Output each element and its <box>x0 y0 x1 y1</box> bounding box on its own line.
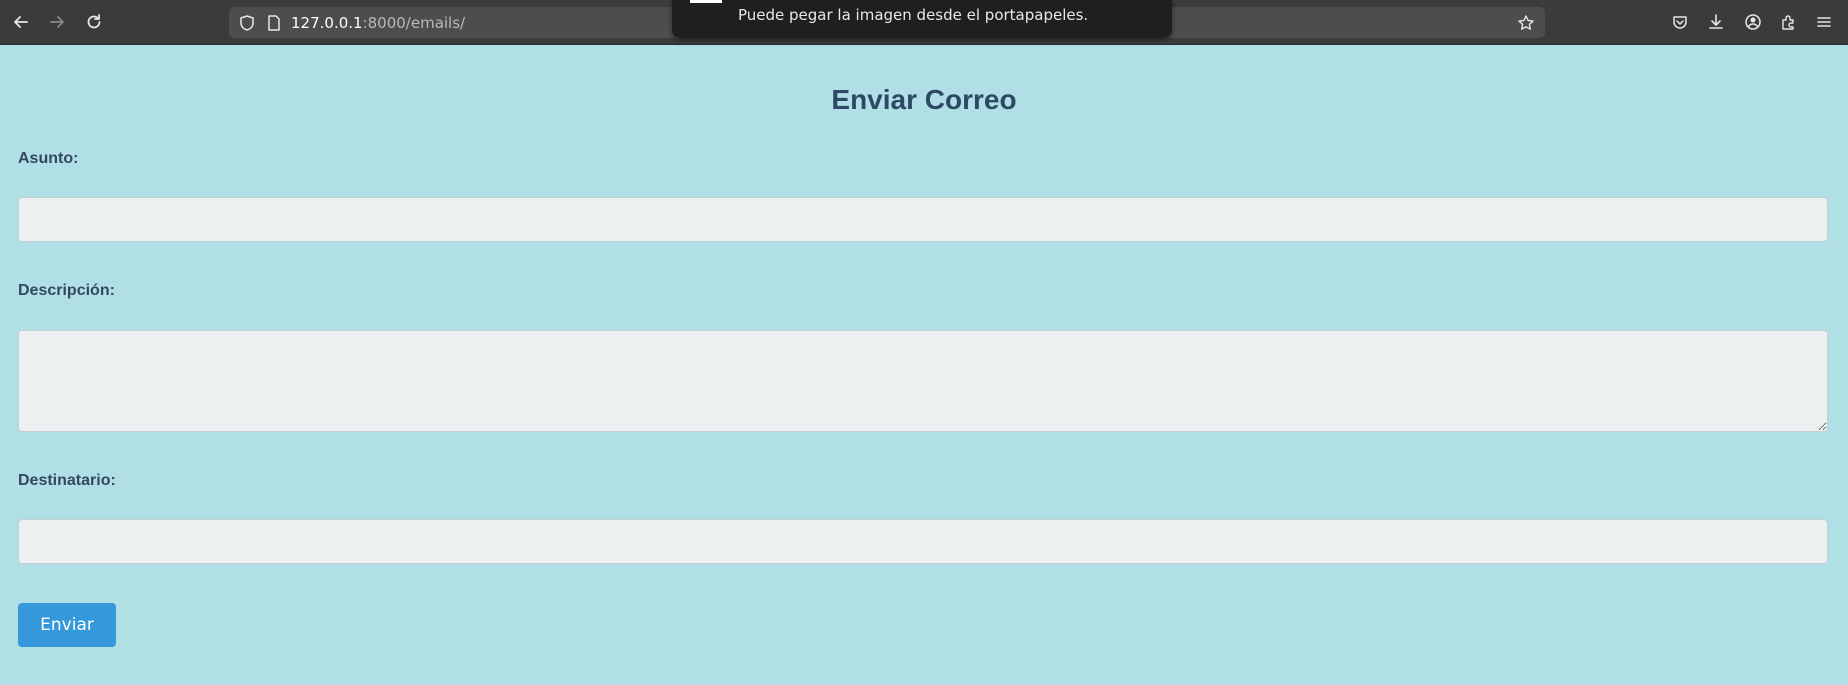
download-icon <box>1709 14 1723 29</box>
forward-button[interactable] <box>44 9 70 35</box>
downloads-button[interactable] <box>1703 9 1729 35</box>
notification-text: Puede pegar la imagen desde el portapape… <box>738 6 1089 24</box>
pocket-button[interactable] <box>1667 9 1693 35</box>
subject-label: Asunto: <box>18 150 79 167</box>
pocket-icon <box>1673 16 1687 29</box>
page-icon[interactable] <box>265 14 283 32</box>
browser-toolbar: 127.0.0.1:8000/emails/ Puede pegar la im… <box>0 0 1848 45</box>
extensions-button[interactable] <box>1775 9 1801 35</box>
account-button[interactable] <box>1740 9 1766 35</box>
reload-button[interactable] <box>81 9 107 35</box>
subject-input[interactable] <box>18 197 1828 242</box>
hamburger-menu-icon <box>1817 17 1831 27</box>
url-path: :8000/emails/ <box>362 14 466 32</box>
recipient-input[interactable] <box>18 519 1828 564</box>
recipient-label: Destinatario: <box>18 472 116 489</box>
forward-arrow-icon <box>50 16 64 28</box>
shield-icon[interactable] <box>238 14 256 32</box>
back-arrow-icon <box>14 16 28 28</box>
reload-icon <box>87 14 101 29</box>
menu-button[interactable] <box>1811 9 1837 35</box>
url-host: 127.0.0.1 <box>291 14 363 32</box>
account-icon <box>1745 14 1761 30</box>
send-button[interactable]: Enviar <box>18 603 116 647</box>
back-button[interactable] <box>8 9 34 35</box>
clipboard-notification: Puede pegar la imagen desde el portapape… <box>672 0 1172 38</box>
description-textarea[interactable] <box>18 330 1828 432</box>
star-icon[interactable] <box>1517 14 1535 32</box>
url-text[interactable]: 127.0.0.1:8000/emails/ <box>291 14 465 32</box>
extensions-icon <box>1782 15 1794 30</box>
page-title: Enviar Correo <box>831 84 1017 115</box>
description-label: Descripción: <box>18 282 115 299</box>
notification-icon <box>690 0 722 3</box>
